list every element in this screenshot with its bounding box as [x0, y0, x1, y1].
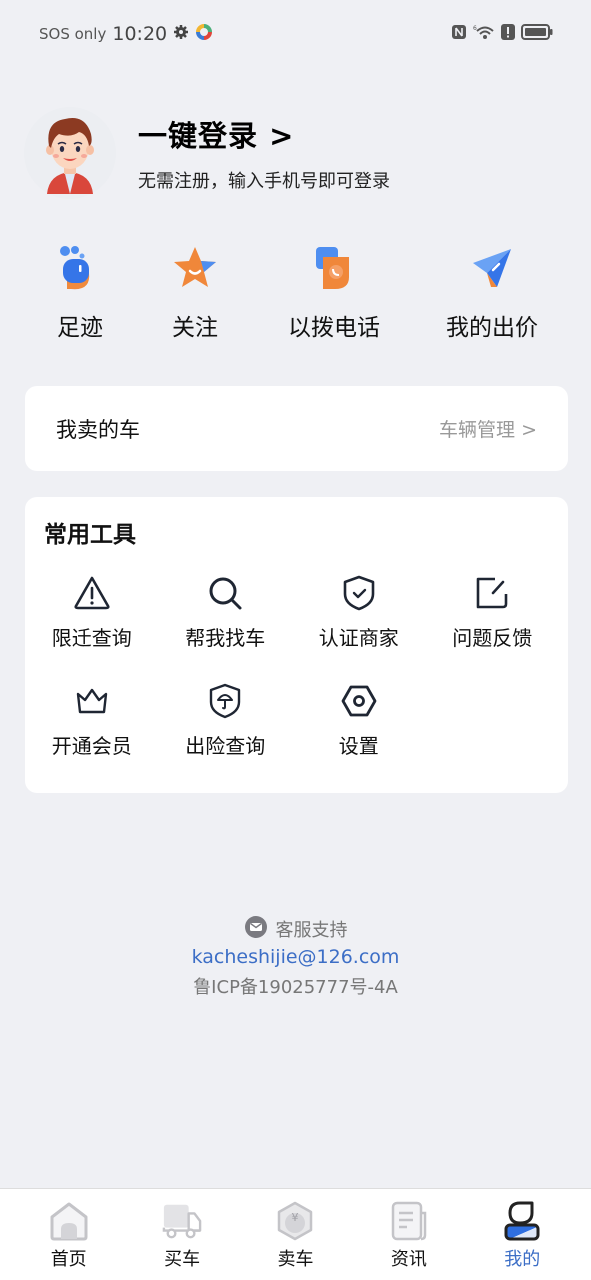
- login-subtitle: 无需注册，输入手机号即可登录: [138, 170, 390, 192]
- tool-label: 设置: [338, 734, 379, 758]
- tools-title: 常用工具: [44, 522, 136, 548]
- phone-icon: [306, 240, 362, 296]
- avatar-illustration: [46, 117, 94, 194]
- quick-action-label: 我的出价: [446, 315, 538, 341]
- tool-certified-dealer[interactable]: 认证商家: [292, 573, 426, 651]
- sold-cars-card[interactable]: 我卖的车 车辆管理 >: [25, 386, 568, 471]
- sell-icon: ¥: [275, 1201, 315, 1241]
- app-icon: [195, 23, 213, 45]
- sold-cars-title: 我卖的车: [56, 417, 140, 442]
- tab-mine[interactable]: 我的: [477, 1189, 567, 1280]
- crown-icon: [72, 681, 112, 721]
- quick-action-label: 足迹: [57, 315, 103, 341]
- quick-action-label: 以拨电话: [288, 315, 380, 341]
- tool-label: 出险查询: [185, 734, 266, 758]
- tool-label: 认证商家: [318, 626, 399, 650]
- quick-action-dialed[interactable]: 以拨电话: [254, 240, 414, 342]
- tool-settings[interactable]: 设置: [292, 681, 426, 759]
- tool-label: 问题反馈: [452, 626, 533, 650]
- login-button[interactable]: 一键登录 >: [138, 113, 390, 155]
- support-label: 客服支持: [275, 920, 348, 941]
- send-icon: [464, 240, 520, 296]
- truck-icon: [162, 1201, 202, 1241]
- nfc-icon: [451, 24, 467, 44]
- tool-label: 限迁查询: [51, 626, 132, 650]
- tab-label: 买车: [164, 1249, 201, 1270]
- quick-actions: 足迹 关注 以拨电话 我的出价: [24, 240, 567, 342]
- star-icon: [167, 240, 223, 296]
- wifi-icon: 6: [473, 24, 495, 44]
- svg-text:¥: ¥: [292, 1211, 299, 1224]
- tab-home[interactable]: 首页: [24, 1189, 114, 1280]
- avatar[interactable]: [24, 106, 116, 199]
- login-header[interactable]: 一键登录 > 无需注册，输入手机号即可登录: [24, 105, 567, 200]
- battery-icon: [521, 24, 553, 44]
- mail-icon: [244, 915, 268, 943]
- profile-icon: [502, 1201, 542, 1241]
- bottom-tab-bar: 首页 买车 ¥ 卖车 资讯 我的: [0, 1188, 591, 1280]
- settings-icon: [173, 24, 189, 44]
- tab-label: 资讯: [390, 1249, 427, 1270]
- shield-umbrella-icon: [205, 681, 245, 721]
- tab-news[interactable]: 资讯: [364, 1189, 454, 1280]
- svg-text:6: 6: [473, 25, 477, 32]
- tool-find-car[interactable]: 帮我找车: [159, 573, 293, 651]
- tool-feedback[interactable]: 问题反馈: [426, 573, 560, 651]
- tab-buy-car[interactable]: 买车: [137, 1189, 227, 1280]
- edit-icon: [472, 573, 512, 613]
- tab-sell-car[interactable]: ¥ 卖车: [250, 1189, 340, 1280]
- tool-restriction-query[interactable]: 限迁查询: [25, 573, 159, 651]
- quick-action-my-bids[interactable]: 我的出价: [417, 240, 567, 342]
- shield-check-icon: [339, 573, 379, 613]
- support-email-link[interactable]: kacheshijie@126.com: [192, 946, 400, 968]
- tab-label: 卖车: [277, 1249, 314, 1270]
- footprint-icon: [52, 240, 108, 296]
- tools-card: 常用工具 限迁查询 帮我找车 认证商家 问题反馈 开通会员 出险查询 设置: [25, 497, 568, 793]
- quick-action-footprint[interactable]: 足迹: [24, 240, 136, 342]
- vehicle-management-link[interactable]: 车辆管理 >: [439, 415, 537, 442]
- search-icon: [205, 573, 245, 613]
- status-bar: SOS only 10:20 6: [0, 0, 591, 68]
- alert-icon: [501, 24, 515, 44]
- news-icon: [389, 1201, 429, 1241]
- tool-accident-query[interactable]: 出险查询: [159, 681, 293, 759]
- tool-membership[interactable]: 开通会员: [25, 681, 159, 759]
- quick-action-follow[interactable]: 关注: [139, 240, 251, 342]
- clock: 10:20: [112, 23, 168, 45]
- quick-action-label: 关注: [172, 315, 218, 341]
- carrier-text: SOS only: [39, 25, 107, 43]
- settings-hex-icon: [339, 681, 379, 721]
- icp-record: 鲁ICP备19025777号-4A: [193, 977, 398, 998]
- tool-label: 开通会员: [51, 734, 132, 758]
- tab-label: 首页: [50, 1249, 87, 1270]
- tab-label: 我的: [504, 1249, 541, 1270]
- warning-icon: [72, 573, 112, 613]
- support-section: 客服支持 kacheshijie@126.com 鲁ICP备19025777号-…: [0, 915, 591, 999]
- tool-label: 帮我找车: [185, 626, 266, 650]
- home-icon: [49, 1201, 89, 1241]
